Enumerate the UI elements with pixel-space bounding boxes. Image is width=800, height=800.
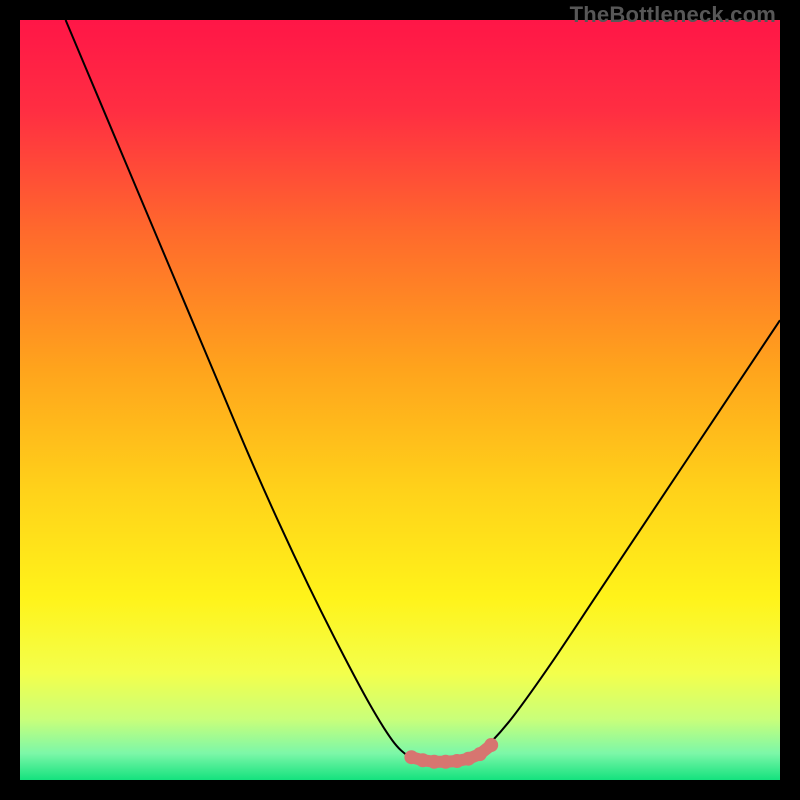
flat-zone-marker [473,747,487,761]
watermark-text: TheBottleneck.com [570,2,776,28]
plot-area [20,20,780,780]
gradient-background [20,20,780,780]
bottleneck-chart [20,20,780,780]
chart-frame: TheBottleneck.com [0,0,800,800]
flat-zone-marker [484,738,498,752]
